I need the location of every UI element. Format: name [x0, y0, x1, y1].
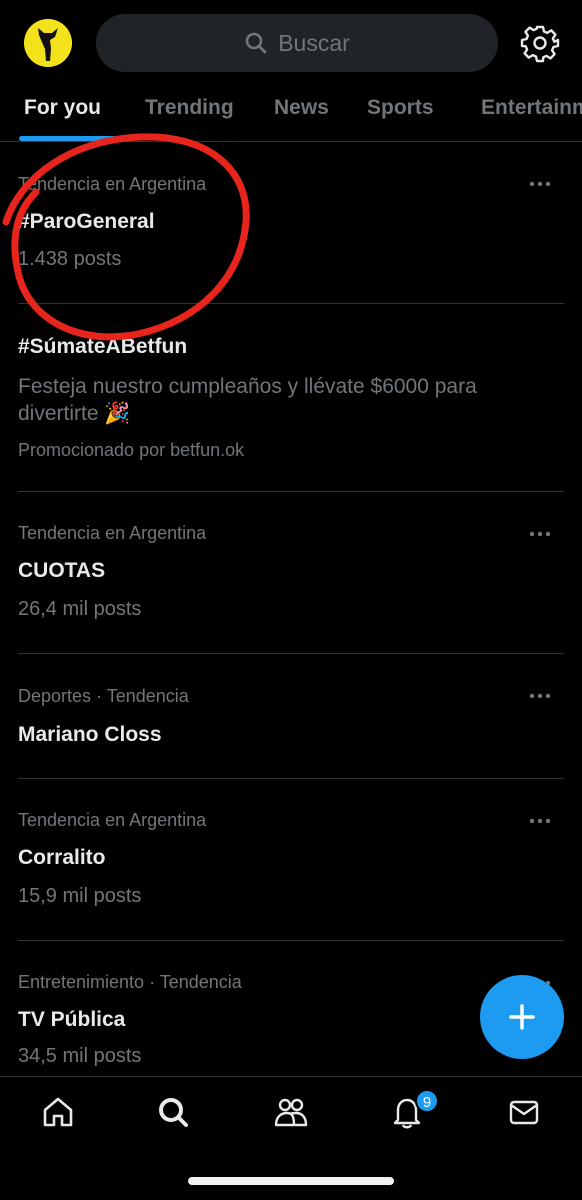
- trend-context: Tendencia en Argentina: [18, 810, 207, 830]
- tab-entertainment[interactable]: Entertainment: [481, 96, 582, 120]
- search-placeholder: Buscar: [278, 29, 350, 56]
- trend-post-count: 26,4 mil posts: [18, 598, 142, 620]
- more-options-icon[interactable]: [528, 530, 552, 538]
- notification-badge: 9: [415, 1089, 439, 1113]
- home-icon[interactable]: [41, 1095, 75, 1129]
- settings-button[interactable]: [520, 23, 560, 63]
- plus-icon: [509, 1004, 535, 1030]
- more-options-icon[interactable]: [528, 817, 552, 825]
- promoted-by-label: Promocionado por betfun.ok: [18, 440, 245, 460]
- trend-post-count: 34,5 mil posts: [18, 1045, 142, 1067]
- trend-post-count: 15,9 mil posts: [18, 885, 142, 907]
- messages-icon[interactable]: [507, 1095, 541, 1129]
- search-icon[interactable]: [156, 1095, 190, 1129]
- trend-item[interactable]: Tendencia en Argentina CUOTAS 26,4 mil p…: [0, 492, 582, 654]
- trend-context: Tendencia en Argentina: [18, 523, 207, 543]
- explore-tabs: For you Trending News Sports Entertainme…: [0, 86, 582, 142]
- more-options-icon[interactable]: [528, 180, 552, 188]
- promoted-trend-item[interactable]: #SúmateABetfun Festeja nuestro cumpleaño…: [0, 304, 582, 492]
- promoted-description: Festeja nuestro cumpleaños y llévate $60…: [18, 375, 477, 425]
- compose-post-button[interactable]: [480, 975, 564, 1059]
- active-tab-indicator: [19, 136, 124, 141]
- tab-trending[interactable]: Trending: [145, 96, 234, 120]
- profile-avatar[interactable]: [24, 19, 72, 67]
- trend-item[interactable]: Tendencia en Argentina #ParoGeneral 1.43…: [0, 142, 582, 304]
- top-bar: Buscar: [0, 0, 582, 90]
- search-input[interactable]: Buscar: [96, 14, 498, 72]
- communities-icon[interactable]: [274, 1095, 308, 1129]
- trend-name: Corralito: [18, 846, 106, 869]
- more-options-icon[interactable]: [528, 692, 552, 700]
- tab-sports[interactable]: Sports: [367, 96, 434, 120]
- trend-context: Deportes · Tendencia: [18, 686, 189, 706]
- trend-name: CUOTAS: [18, 559, 106, 582]
- trend-name: #ParoGeneral: [18, 210, 155, 233]
- trend-context: Entretenimiento · Tendencia: [18, 972, 242, 992]
- trend-item[interactable]: Deportes · Tendencia Mariano Closs: [0, 654, 582, 779]
- trend-name: TV Pública: [18, 1008, 126, 1031]
- trend-name: Mariano Closs: [18, 723, 162, 746]
- trend-post-count: 1.438 posts: [18, 248, 122, 270]
- tab-for-you[interactable]: For you: [24, 96, 101, 120]
- gear-icon: [520, 25, 560, 63]
- search-icon: [244, 31, 268, 55]
- tab-news[interactable]: News: [274, 96, 329, 120]
- trend-item[interactable]: Tendencia en Argentina Corralito 15,9 mi…: [0, 779, 582, 941]
- home-indicator: [188, 1177, 394, 1185]
- avatar-silhouette-icon: [24, 19, 72, 67]
- trend-name: #SúmateABetfun: [18, 335, 188, 358]
- trend-context: Tendencia en Argentina: [18, 174, 207, 194]
